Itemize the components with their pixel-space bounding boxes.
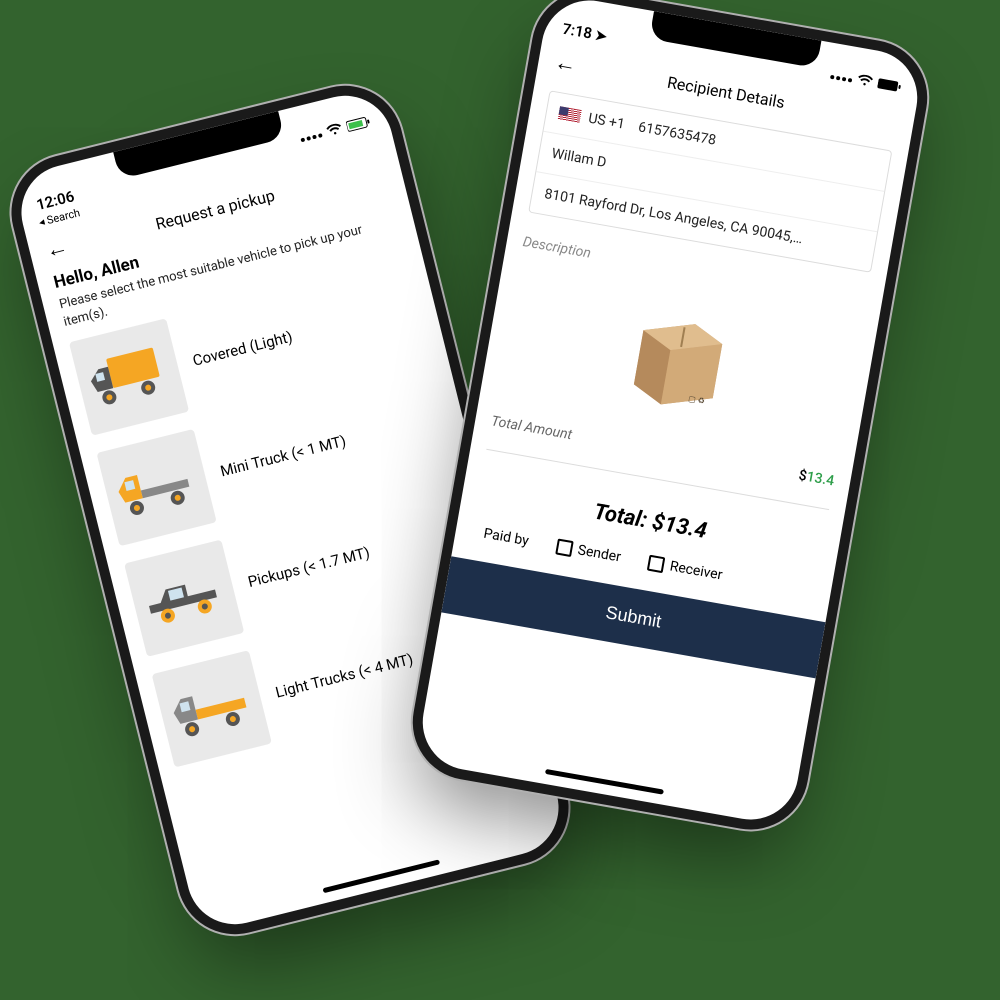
pickup-truck-icon	[124, 540, 244, 657]
home-indicator[interactable]	[545, 769, 664, 795]
vehicle-label: Covered (Light)	[191, 328, 294, 370]
back-arrow-icon[interactable]: ←	[43, 233, 73, 264]
signal-icon	[830, 75, 852, 83]
battery-icon	[876, 77, 902, 97]
mini-truck-icon	[97, 429, 217, 546]
checkbox-icon	[647, 555, 666, 574]
home-indicator[interactable]	[323, 859, 441, 893]
checkbox-icon	[555, 538, 574, 557]
package-box-icon: ▢ ♻	[610, 297, 747, 426]
amount-value: $13.4	[797, 467, 835, 489]
vehicle-label: Light Trucks (< 4 MT)	[274, 650, 415, 702]
back-arrow-icon[interactable]: ←	[552, 49, 580, 79]
location-icon: ➤	[594, 27, 608, 45]
phone-prefix: US +1	[587, 111, 626, 133]
svg-text:▢ ♻: ▢ ♻	[687, 394, 705, 406]
phone-recipient: 7:18 ➤ ← Recipient Details US +1 6157635…	[415, 0, 925, 827]
us-flag-icon	[558, 106, 582, 124]
vehicle-label: Pickups (< 1.7 MT)	[246, 543, 371, 591]
vehicle-label: Mini Truck (< 1 MT)	[219, 432, 348, 481]
wifi-icon	[856, 74, 875, 93]
status-time: 7:18	[561, 20, 593, 43]
light-truck-icon	[152, 650, 272, 767]
signal-icon	[300, 133, 322, 142]
phone-number: 6157635478	[637, 119, 717, 148]
page-title: Recipient Details	[666, 72, 786, 111]
wifi-icon	[325, 122, 344, 141]
amount-label: Total Amount	[490, 413, 573, 443]
